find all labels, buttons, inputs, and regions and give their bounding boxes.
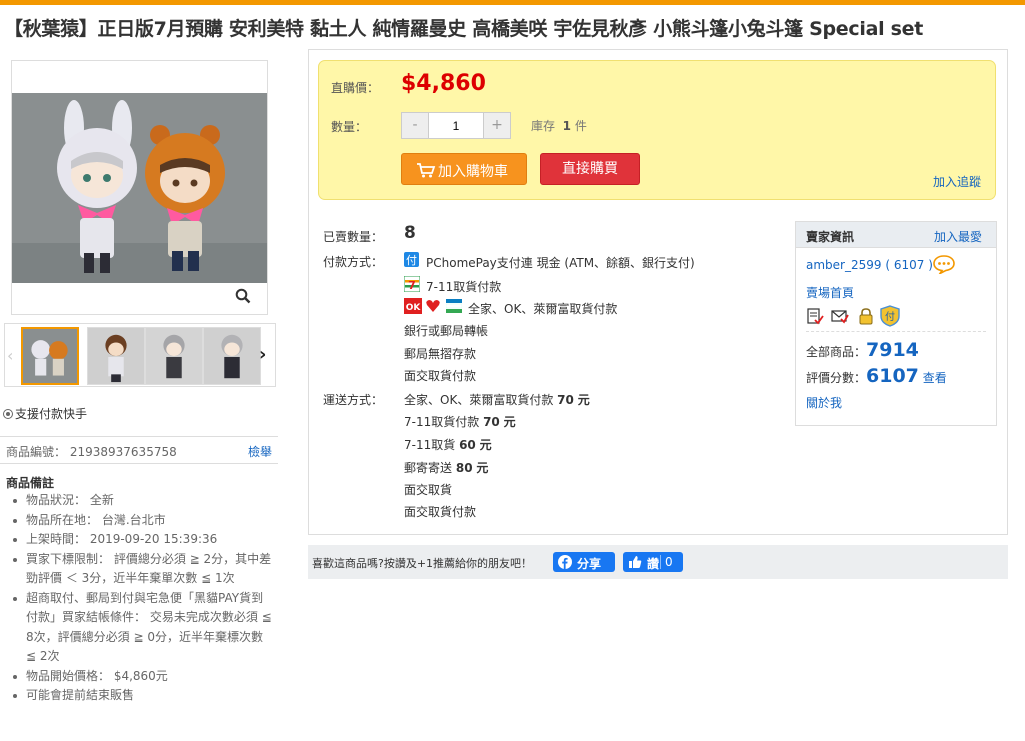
ok-mart-icon: OK	[404, 298, 422, 314]
facebook-icon	[558, 555, 572, 569]
seller-info-box: 賣家資訊 加入最愛 amber_2599 ( 6107 ) 賣場首頁 付 全部商…	[795, 221, 997, 426]
top-accent-bar	[0, 0, 1025, 5]
hilife-icon	[426, 300, 440, 312]
buy-now-button[interactable]: 直接購買	[540, 153, 640, 185]
facebook-share-label: 分享	[577, 557, 602, 571]
add-to-watchlist-link[interactable]: 加入追蹤	[933, 173, 981, 190]
thumbnail-image	[88, 328, 144, 384]
add-to-cart-button[interactable]: 加入購物車	[401, 153, 527, 185]
chevron-left-icon[interactable]: ‹	[7, 346, 19, 365]
thumbnail-image	[146, 328, 202, 384]
radio-icon	[3, 409, 13, 419]
payment-pchomepay: PChomePay支付連 現金 (ATM、餘額、銀行支付)	[426, 256, 695, 270]
thumbnail-strip: ‹ ›	[4, 323, 276, 387]
chat-icon[interactable]	[932, 254, 956, 274]
cart-icon	[417, 163, 436, 178]
svg-text:7: 7	[408, 279, 416, 292]
add-favorite-link[interactable]: 加入最愛	[934, 228, 982, 245]
about-me-link[interactable]: 關於我	[806, 394, 842, 411]
seller-header: 賣家資訊 加入最愛	[796, 222, 996, 248]
report-link[interactable]: 檢舉	[248, 443, 272, 460]
chevron-right-icon[interactable]: ›	[259, 344, 273, 365]
thumbnail-1[interactable]	[21, 327, 79, 385]
sold-value: 8	[404, 223, 416, 243]
note-item: 可能會提前結束販售	[10, 686, 272, 706]
price-label: 直購價：	[331, 81, 380, 95]
shipping-label: 運送方式：	[323, 393, 384, 407]
note-item: 物品狀況： 全新	[10, 491, 272, 511]
note-item: 買家下標限制： 評價總分必須 ≧ 2分，其中差勁評價 ＜ 3分，近半年棄單次數 …	[10, 550, 272, 589]
sold-label: 已賣數量：	[323, 230, 384, 244]
svg-text:付: 付	[406, 254, 417, 267]
svg-text:OK: OK	[406, 303, 422, 313]
note-item: 物品開始價格： $4,860元	[10, 667, 272, 687]
document-verified-icon	[807, 308, 824, 325]
thumbnail-image	[23, 329, 77, 383]
price-value: $4,860	[401, 71, 486, 96]
payment-shield-icon: 付	[880, 305, 900, 327]
note-item: 超商取付、郵局到付與宅急便「黑貓PAY貨到付款」買家結帳條件： 交易未完成次數必…	[10, 589, 272, 667]
lock-icon	[859, 308, 873, 325]
thumbnail-4[interactable]	[203, 327, 261, 385]
facebook-like-count: 0	[665, 555, 673, 569]
seller-divider	[806, 331, 986, 332]
page-title: 【秋葉猿】正日版7月預購 安利美特 黏土人 純情羅曼史 高橋美咲 宇佐見秋彥 小…	[4, 18, 923, 40]
payment-post-deposit: 郵局無摺存款	[404, 347, 477, 361]
shipping-option: 面交取貨付款	[404, 505, 477, 519]
shipping-option: 7-11取貨付款 70 元	[404, 415, 516, 429]
payment-family-ok-hilife: 全家、OK、萊爾富取貨付款	[468, 302, 618, 316]
thumbs-up-icon	[629, 556, 642, 568]
svg-text:付: 付	[885, 310, 895, 323]
view-score-link[interactable]: 查看	[923, 371, 947, 385]
shipping-option: 面交取貨	[404, 483, 453, 497]
product-main-image	[12, 93, 267, 283]
shipping-option: 全家、OK、萊爾富取貨付款 70 元	[404, 393, 590, 407]
payment-seven-cod: 7-11取貨付款	[426, 280, 502, 294]
quantity-stepper: - +	[401, 112, 511, 139]
quantity-input[interactable]	[429, 113, 483, 138]
thumbnail-image	[204, 328, 260, 384]
payment-label: 付款方式：	[323, 255, 384, 269]
like-separator	[660, 555, 661, 569]
payment-face-to-face: 面交取貨付款	[404, 369, 477, 383]
seller-header-title: 賣家資訊	[806, 230, 855, 244]
pchomepay-icon: 付	[404, 252, 419, 267]
seller-score: 評價分數：6107 查看	[806, 365, 947, 387]
shipping-option: 7-11取貨 60 元	[404, 438, 492, 452]
product-code-row: 商品編號： 21938937635758 檢舉	[0, 436, 278, 464]
notes-list: 物品狀況： 全新 物品所在地： 台灣.台北市 上架時間： 2019-09-20 …	[10, 491, 272, 706]
note-item: 物品所在地： 台灣.台北市	[10, 511, 272, 531]
seven-eleven-icon: 7	[404, 276, 420, 292]
seller-name-link[interactable]: amber_2599 ( 6107 )	[806, 258, 933, 272]
email-verified-icon	[831, 310, 849, 324]
store-homepage-link[interactable]: 賣場首頁	[806, 284, 854, 301]
notes-title: 商品備註	[6, 476, 55, 490]
share-prompt: 喜歡這商品嗎?按讚及+1推薦給你的朋友吧！	[312, 557, 533, 570]
quantity-label: 數量：	[331, 120, 368, 134]
quick-pay-label: 支援付款快手	[15, 407, 88, 421]
product-code: 商品編號： 21938937635758	[6, 445, 177, 459]
thumbnail-2[interactable]	[87, 327, 145, 385]
shipping-option: 郵寄寄送 80 元	[404, 461, 489, 475]
thumbnail-3[interactable]	[145, 327, 203, 385]
add-to-cart-label: 加入購物車	[438, 164, 508, 180]
zoom-icon[interactable]	[235, 288, 251, 304]
family-mart-icon	[446, 299, 462, 313]
facebook-share-button[interactable]: 分享	[553, 552, 615, 572]
share-bar: 喜歡這商品嗎?按讚及+1推薦給你的朋友吧！ 分享 讚 0	[308, 545, 1008, 579]
quick-pay-option[interactable]: 支援付款快手	[3, 405, 87, 422]
facebook-like-label: 讚	[647, 557, 660, 571]
main-image-frame[interactable]	[11, 60, 268, 315]
seller-all-items: 全部商品：7914	[806, 339, 919, 361]
quantity-plus-button[interactable]: +	[483, 113, 510, 138]
quantity-minus-button[interactable]: -	[402, 113, 429, 138]
note-item: 上架時間： 2019-09-20 15:39:36	[10, 530, 272, 550]
payment-bank-transfer: 銀行或郵局轉帳	[404, 324, 489, 338]
stock-info: 庫存 1 件	[531, 119, 587, 133]
price-box: 直購價： $4,860 數量： - + 庫存 1 件 加入購物車 直接購買 加入…	[318, 60, 996, 200]
facebook-like-button[interactable]: 讚 0	[623, 552, 683, 572]
